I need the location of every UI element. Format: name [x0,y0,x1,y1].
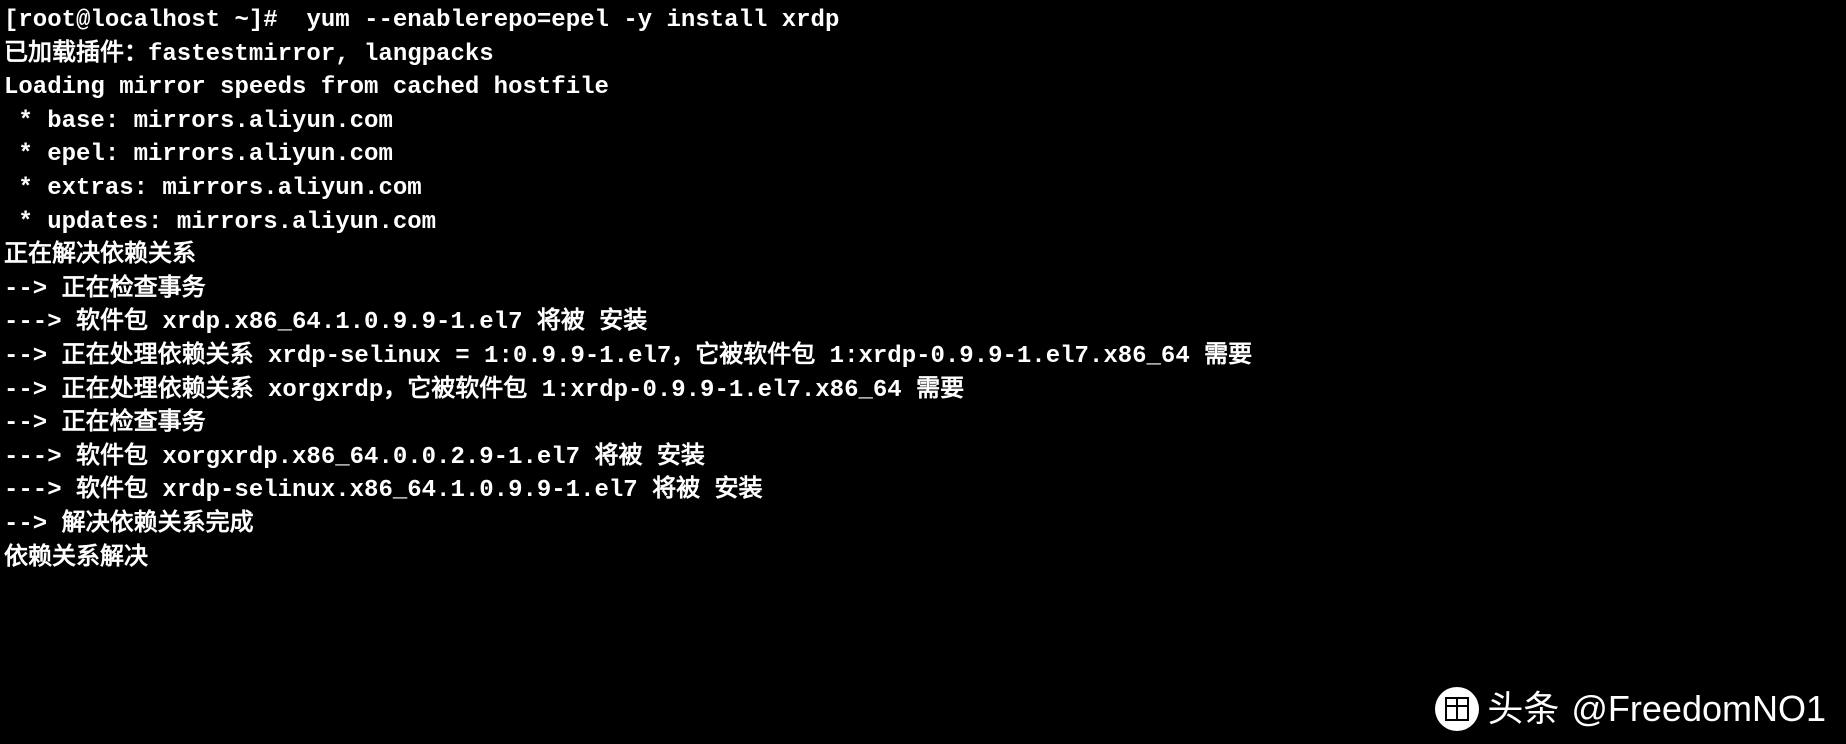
output-line: ---> 软件包 xrdp-selinux.x86_64.1.0.9.9-1.e… [4,474,1842,508]
output-line: * extras: mirrors.aliyun.com [4,172,1842,206]
toutiao-icon [1435,687,1479,731]
output-line: Loading mirror speeds from cached hostfi… [4,71,1842,105]
output-line: 正在解决依赖关系 [4,239,1842,273]
output-line: --> 正在检查事务 [4,407,1842,441]
output-line: --> 正在处理依赖关系 xrdp-selinux = 1:0.9.9-1.el… [4,340,1842,374]
output-line: ---> 软件包 xrdp.x86_64.1.0.9.9-1.el7 将被 安装 [4,306,1842,340]
output-line: 依赖关系解决 [4,542,1842,576]
output-line: --> 正在检查事务 [4,273,1842,307]
shell-prompt: [root@localhost ~]# [4,7,278,34]
command-text: yum --enablerepo=epel -y install xrdp [292,7,839,34]
output-line: ---> 软件包 xorgxrdp.x86_64.0.0.2.9-1.el7 将… [4,441,1842,475]
output-line: --> 正在处理依赖关系 xorgxrdp，它被软件包 1:xrdp-0.9.9… [4,374,1842,408]
watermark: 头条 @FreedomNO1 [1435,684,1826,734]
output-line: 已加载插件：fastestmirror, langpacks [4,38,1842,72]
output-line: * updates: mirrors.aliyun.com [4,206,1842,240]
output-line: * epel: mirrors.aliyun.com [4,138,1842,172]
watermark-handle: @FreedomNO1 [1571,684,1826,734]
terminal-output[interactable]: [root@localhost ~]# yum --enablerepo=epe… [4,4,1842,575]
output-line: * base: mirrors.aliyun.com [4,105,1842,139]
watermark-brand: 头条 [1487,684,1559,734]
output-line: --> 解决依赖关系完成 [4,508,1842,542]
prompt-line: [root@localhost ~]# yum --enablerepo=epe… [4,4,1842,38]
watermark-logo: 头条 [1435,684,1559,734]
